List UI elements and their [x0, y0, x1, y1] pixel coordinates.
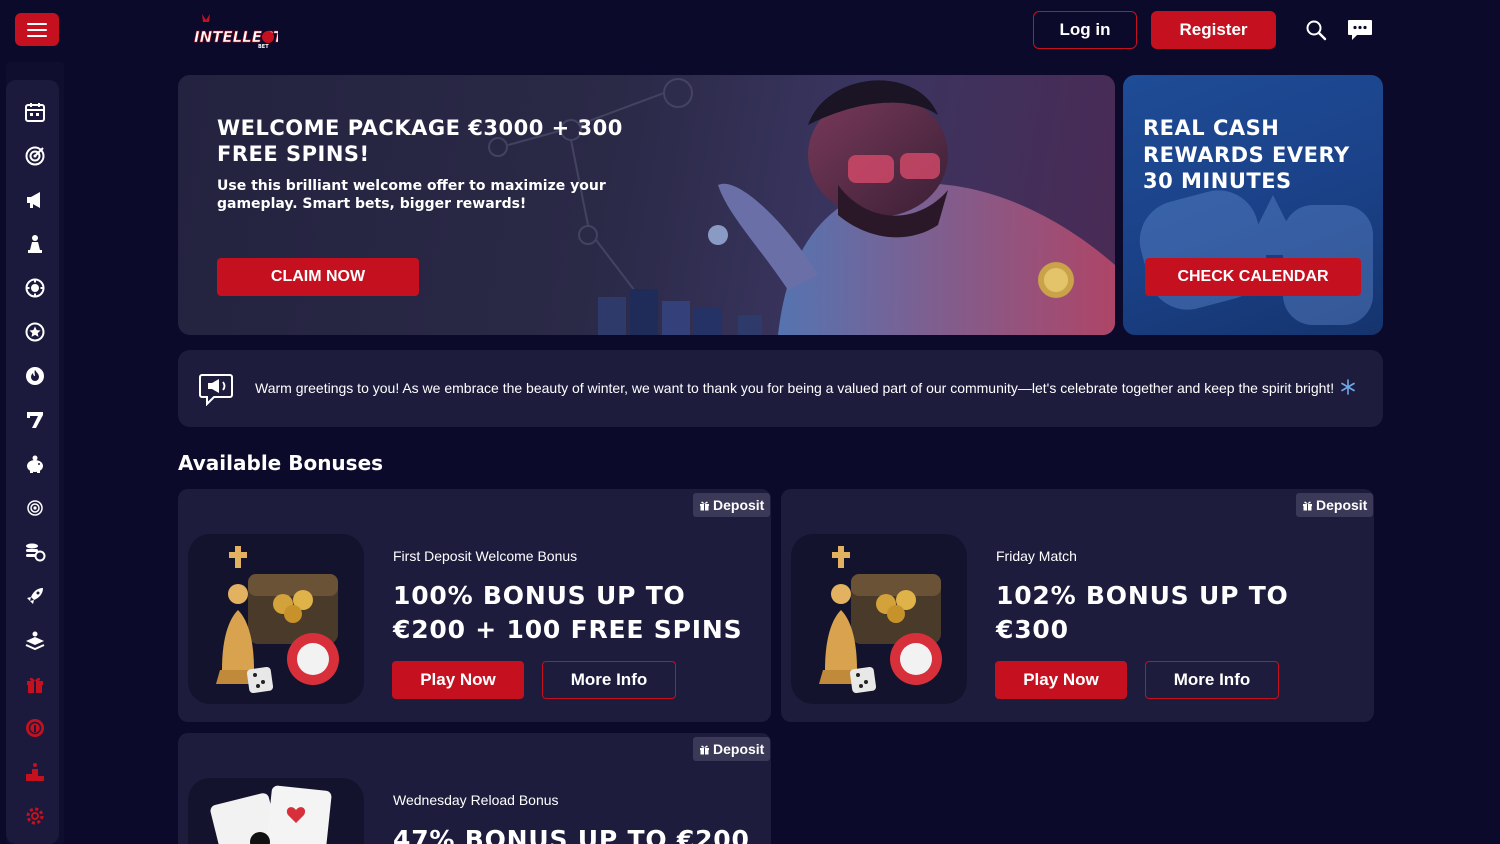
bonus-card-wednesday-reload: Deposit Wednesday Reload Bonus 47% BONUS…: [178, 733, 771, 844]
welcome-package-banner: WELCOME PACKAGE €3000 + 300 FREE SPINS! …: [178, 75, 1115, 335]
deposit-badge: Deposit: [693, 737, 771, 761]
bonus-title: 102% BONUS UP TO €300: [996, 581, 1289, 644]
deposit-badge-label: Deposit: [1316, 497, 1368, 513]
deposit-badge: Deposit: [1296, 493, 1374, 517]
star-badge-icon[interactable]: [22, 319, 48, 345]
gift-icon[interactable]: [22, 671, 48, 697]
rocket-icon[interactable]: [22, 583, 48, 609]
menu-line: [27, 28, 47, 31]
bonus-subtitle: Wednesday Reload Bonus: [393, 792, 559, 808]
bonus-card-friday-match: Deposit Friday Match 102% BONUS UP TO €3…: [781, 489, 1374, 722]
play-now-button[interactable]: Play Now: [995, 661, 1127, 699]
chess-treasure-image: [188, 534, 364, 704]
snowflake-icon: [1340, 379, 1356, 395]
announcement-bar: Warm greetings to you! As we embrace the…: [178, 350, 1383, 427]
announcement-megaphone-icon: [199, 372, 235, 407]
target-icon[interactable]: [22, 143, 48, 169]
logo-sub-text: BET: [258, 44, 269, 50]
deposit-badge-label: Deposit: [713, 741, 765, 757]
coins-icon[interactable]: [22, 539, 48, 565]
cash-rewards-banner: REAL CASH REWARDS EVERY 30 MINUTES CHECK…: [1123, 75, 1383, 335]
welcome-package-subtitle: Use this brilliant welcome offer to maxi…: [217, 178, 606, 212]
fire-icon[interactable]: [22, 363, 48, 389]
seven-icon[interactable]: [22, 407, 48, 433]
more-info-button[interactable]: More Info: [1145, 661, 1279, 699]
welcome-package-title: WELCOME PACKAGE €3000 + 300 FREE SPINS!: [217, 116, 623, 166]
deposit-badge-label: Deposit: [713, 497, 765, 513]
chess-treasure-image: [791, 534, 967, 704]
playing-cards-image: [188, 778, 364, 844]
info-icon[interactable]: [22, 715, 48, 741]
podium-icon[interactable]: [22, 759, 48, 785]
menu-line: [27, 34, 47, 37]
megaphone-icon[interactable]: [22, 187, 48, 213]
logo[interactable]: INTELLECT BET: [192, 10, 285, 50]
cash-rewards-title: REAL CASH REWARDS EVERY 30 MINUTES: [1143, 116, 1350, 193]
hamburger-menu-button[interactable]: [15, 13, 59, 46]
settings-icon[interactable]: [22, 803, 48, 829]
chess-pawn-icon[interactable]: [22, 231, 48, 257]
play-now-button[interactable]: Play Now: [392, 661, 524, 699]
gift-icon: [1303, 501, 1312, 510]
layers-icon[interactable]: [22, 627, 48, 653]
top-bar: INTELLECT BET Log in Register: [0, 0, 1500, 62]
register-button[interactable]: Register: [1151, 11, 1276, 49]
bonus-title: 100% BONUS UP TO €200 + 100 FREE SPINS: [393, 581, 743, 644]
more-info-button[interactable]: More Info: [542, 661, 676, 699]
roulette-icon[interactable]: [22, 495, 48, 521]
bonus-subtitle: First Deposit Welcome Bonus: [393, 548, 578, 564]
menu-line: [27, 22, 47, 25]
login-button[interactable]: Log in: [1033, 11, 1137, 49]
search-icon[interactable]: [1303, 17, 1329, 43]
bonus-subtitle: Friday Match: [996, 548, 1077, 564]
calendar-icon[interactable]: [22, 99, 48, 125]
available-bonuses-heading: Available Bonuses: [178, 451, 384, 475]
bonus-title: 47% BONUS UP TO €200: [393, 825, 750, 844]
casino-chip-icon[interactable]: [22, 275, 48, 301]
announcement-text: Warm greetings to you! As we embrace the…: [255, 380, 1335, 396]
claim-now-button[interactable]: CLAIM NOW: [217, 258, 419, 296]
bonus-card-first-deposit: Deposit First Deposit Welcome Bonus 100%…: [178, 489, 771, 722]
cash-illustration: [1139, 190, 1373, 325]
piggy-bank-icon[interactable]: [22, 451, 48, 477]
chat-icon[interactable]: [1347, 17, 1373, 43]
deposit-badge: Deposit: [693, 493, 771, 517]
check-calendar-button[interactable]: CHECK CALENDAR: [1145, 258, 1361, 296]
gift-icon: [700, 745, 709, 754]
gift-icon: [700, 501, 709, 510]
